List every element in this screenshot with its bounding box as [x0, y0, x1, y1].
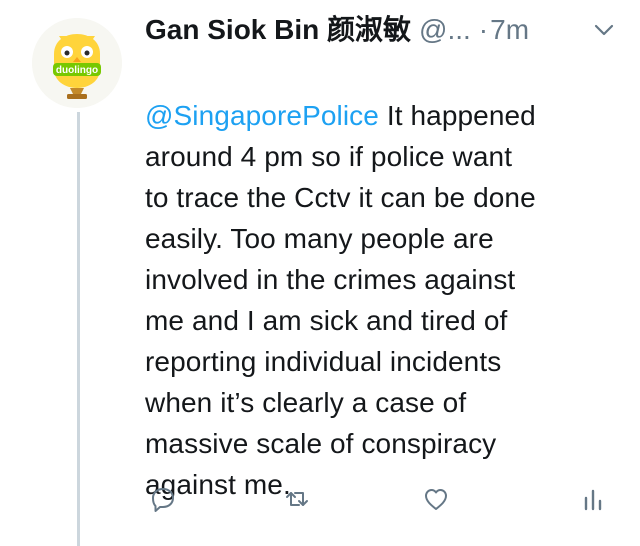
username-handle[interactable]: @...	[419, 10, 471, 50]
reply-icon	[152, 488, 174, 512]
tweet-line: when it’s clearly a case of	[145, 387, 467, 418]
analytics-button[interactable]	[575, 481, 611, 517]
duolingo-owl-trophy-icon: duolingo	[32, 18, 122, 108]
like-button[interactable]	[418, 481, 454, 517]
retweet-button[interactable]	[279, 481, 315, 517]
mention-link[interactable]: @SingaporePolice	[145, 100, 379, 131]
thread-line	[77, 112, 80, 546]
tweet-line: involved in the crimes against	[145, 264, 516, 295]
tweet-line: me and I am sick and tired of	[145, 305, 508, 336]
like-icon	[425, 489, 447, 510]
avatar-logo-text: duolingo	[56, 65, 98, 76]
tweet-line: easily. Too many people are	[145, 223, 494, 254]
tweet-line: to trace the Cctv it can be done	[145, 182, 536, 213]
separator-dot: ·	[478, 14, 489, 45]
tweet-header: Gan Siok Bin 颜淑敏 @... · 7m	[145, 10, 615, 50]
tweet-line: massive scale of conspiracy	[145, 428, 497, 459]
avatar[interactable]: duolingo	[32, 18, 122, 108]
retweet-icon	[286, 492, 308, 506]
tweet-text: @SingaporePolice It happened around 4 pm…	[145, 54, 615, 505]
chevron-down-icon[interactable]	[593, 21, 615, 39]
tweet-line: It happened	[378, 100, 536, 131]
reply-button[interactable]	[145, 481, 181, 517]
display-name[interactable]: Gan Siok Bin 颜淑敏	[145, 10, 411, 50]
timestamp[interactable]: 7m	[490, 10, 529, 50]
analytics-icon	[584, 489, 602, 511]
tweet-actions	[145, 481, 615, 521]
tweet-line: around 4 pm so if police want	[145, 141, 513, 172]
tweet-line: reporting individual incidents	[145, 346, 502, 377]
